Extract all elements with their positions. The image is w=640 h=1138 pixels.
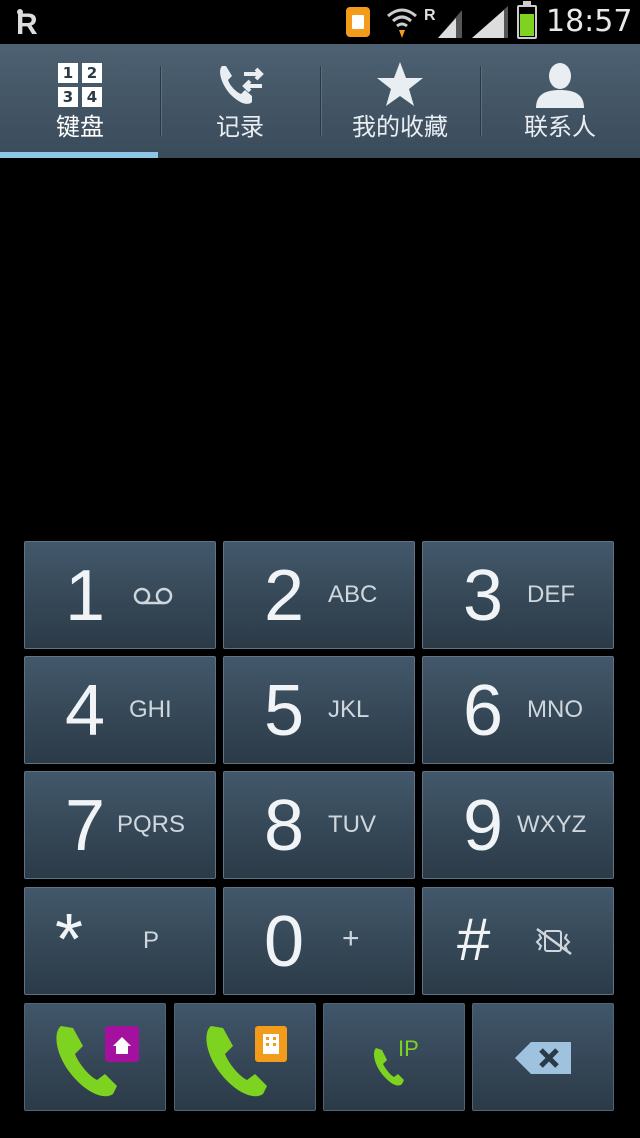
ip-call-button[interactable]: IP [323,1003,465,1111]
key-7[interactable]: 7 PQRS [24,771,216,879]
key-9[interactable]: 9 WXYZ [422,771,614,879]
tab-contacts[interactable]: 联系人 [480,44,640,158]
key-4[interactable]: 4 GHI [24,656,216,764]
svg-text:R: R [424,7,436,24]
star-icon [374,60,426,110]
app-logo-icon: R [16,8,38,40]
tab-keypad[interactable]: 1 2 3 4 键盘 [0,44,160,158]
vibrate-mute-icon [535,927,572,956]
key-3[interactable]: 3 DEF [422,541,614,649]
key-star[interactable]: * P [24,887,216,995]
status-time: 18:57 [546,4,633,39]
wifi-icon [387,8,417,38]
battery-icon [517,1,537,39]
roaming-signal-icon: R [424,7,462,38]
backspace-icon [515,1042,571,1074]
phone-work-icon [206,1026,287,1097]
tab-label: 键盘 [56,113,104,141]
call-home-sim-button[interactable] [24,1003,166,1111]
call-work-sim-button[interactable] [174,1003,316,1111]
svg-text:IP: IP [398,1036,419,1061]
key-2[interactable]: 2 ABC [223,541,415,649]
key-1[interactable]: 1 [24,541,216,649]
tab-label: 我的收藏 [352,113,448,141]
key-8[interactable]: 8 TUV [223,771,415,879]
phone-home-icon [56,1026,139,1097]
signal-icon [472,6,508,38]
phone-ip-icon: IP [374,1036,419,1086]
voicemail-icon [133,587,173,605]
number-display[interactable] [0,158,640,542]
tab-call-log[interactable]: 记录 [160,44,320,158]
tab-favorites[interactable]: 我的收藏 [320,44,480,158]
tab-label: 联系人 [524,113,596,141]
backspace-button[interactable] [472,1003,614,1111]
key-hash[interactable]: # [422,887,614,995]
keypad-icon: 1 2 3 4 [54,60,106,110]
sim-card-icon [346,7,370,37]
status-bar: R R 18:57 [0,0,640,44]
tab-bar: 1 2 3 4 键盘 记录 我的收藏 联系人 [0,44,640,158]
tab-label: 记录 [216,113,264,141]
contact-icon [534,60,586,110]
call-log-icon [214,60,266,110]
key-6[interactable]: 6 MNO [422,656,614,764]
key-0[interactable]: 0 + [223,887,415,995]
key-5[interactable]: 5 JKL [223,656,415,764]
